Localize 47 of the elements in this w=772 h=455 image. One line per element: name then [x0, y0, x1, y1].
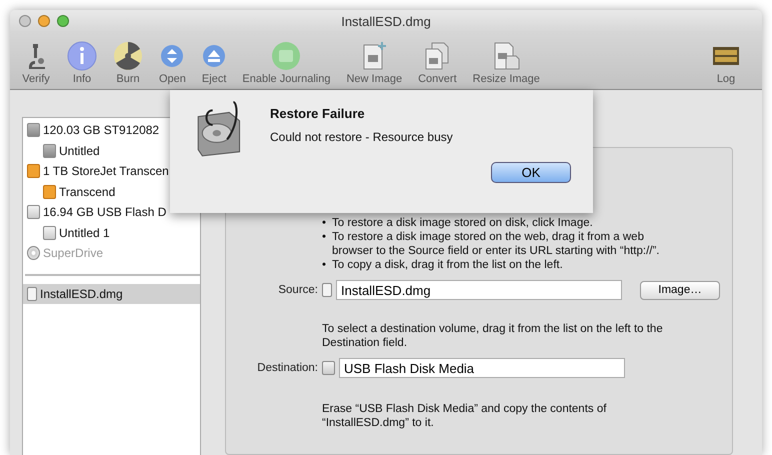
summary-text: Erase “USB Flash Disk Media” and copy the contents of “InstallESD.dmg” to it.: [322, 402, 608, 430]
log-button[interactable]: Log: [708, 41, 744, 85]
toolbar-button[interactable]: New Image: [343, 41, 406, 85]
minimize-button[interactable]: [38, 15, 50, 27]
document-icon: [27, 286, 37, 301]
close-button[interactable]: [19, 15, 31, 27]
instruction-text: To copy a disk, drag it from the list on the left.: [332, 258, 563, 272]
instruction-text: To restore a disk image stored on the web, drag it from a web browser to the Source field or enter its URL starting with “http://”.: [332, 230, 660, 258]
usb-drive-icon: [43, 184, 56, 199]
toolbar-button[interactable]: Burn: [110, 41, 146, 85]
usb-drive-icon: [27, 164, 40, 178]
drive-icon: [27, 123, 40, 138]
drive-icon: [43, 144, 56, 158]
bullet-mark: •: [322, 216, 326, 230]
toolbar-button[interactable]: Info: [64, 41, 100, 85]
radiation-icon: [113, 41, 143, 71]
source-label: Source:: [277, 284, 318, 296]
ok-button[interactable]: OK: [491, 162, 571, 183]
source-field[interactable]: InstallESD.dmg: [336, 280, 622, 300]
up-down-icon: [160, 44, 184, 68]
toolbar-button[interactable]: Open: [156, 41, 189, 85]
bullet-mark: •: [322, 258, 326, 272]
info-icon: [67, 41, 97, 71]
destination-field[interactable]: USB Flash Disk Media: [339, 358, 625, 378]
document-icon: [322, 283, 332, 297]
toolbar-button[interactable]: Verify: [18, 41, 54, 85]
dialog-message: Could not restore - Resource busy: [270, 130, 454, 144]
drive-icon: [43, 226, 56, 240]
drive-icon: [27, 205, 40, 220]
toolbar-button[interactable]: Resize Image: [470, 41, 543, 85]
disk-icon: [271, 41, 302, 71]
bullet-mark: •: [322, 230, 326, 245]
toolbar-button[interactable]: Convert: [415, 41, 460, 85]
destination-label: Destination:: [256, 362, 318, 374]
toolbar-button[interactable]: Eject: [198, 41, 230, 85]
toolbar-button[interactable]: Enable Journaling: [239, 41, 334, 85]
image-button[interactable]: Image…: [640, 280, 720, 300]
disc-icon: [27, 246, 40, 260]
volume-item[interactable]: Untitled 1: [23, 222, 200, 243]
dialog-title: Restore Failure: [270, 106, 366, 121]
destination-hint-text: To select a destination volume, drag it from the list on the left to the Destination field.: [322, 322, 664, 350]
disk-image-item[interactable]: InstallESD.dmg: [23, 284, 200, 304]
window-title: InstallESD.dmg: [341, 14, 431, 28]
eject-icon: [202, 44, 226, 68]
drive-icon: [322, 361, 335, 375]
zoom-button[interactable]: [57, 15, 69, 27]
instruction-text: To restore a disk image stored on disk, click Image.: [332, 216, 593, 230]
